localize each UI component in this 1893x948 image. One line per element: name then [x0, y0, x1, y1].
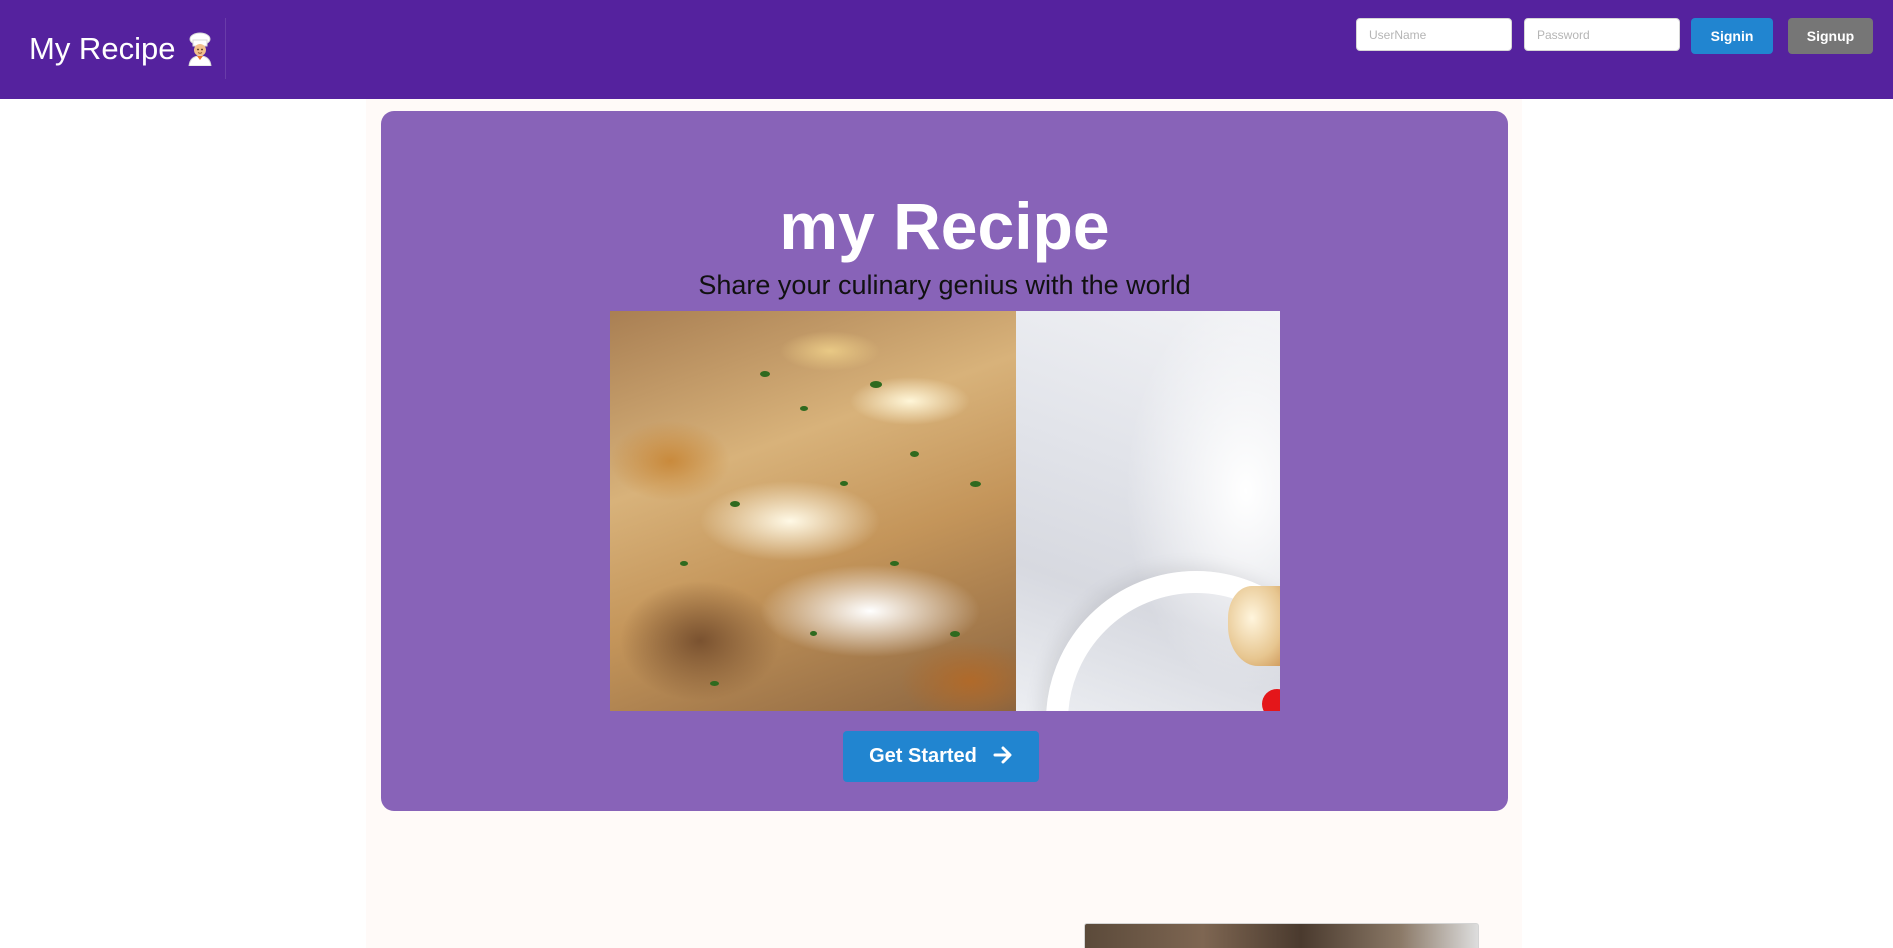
top-navbar: My Recipe Signin Signup: [0, 0, 1893, 99]
arrow-right-icon: [993, 746, 1013, 768]
brand-logo[interactable]: My Recipe: [0, 18, 226, 79]
password-input[interactable]: [1524, 18, 1680, 51]
hero-title: my Recipe: [779, 189, 1110, 263]
signup-button[interactable]: Signup: [1788, 18, 1873, 54]
brand-text: My Recipe: [29, 30, 176, 66]
chef-emoji-icon: [184, 32, 216, 66]
get-started-label: Get Started: [869, 745, 977, 767]
hero-food-image: [610, 311, 1280, 711]
signin-button[interactable]: Signin: [1691, 18, 1773, 54]
hero-subtitle: Share your culinary genius with the worl…: [698, 270, 1191, 300]
grilled-food-photo: [610, 311, 1016, 711]
get-started-button[interactable]: Get Started: [843, 731, 1039, 782]
recipe-card-image[interactable]: [1084, 923, 1479, 948]
username-input[interactable]: [1356, 18, 1512, 51]
plate-photo: [1016, 311, 1280, 711]
hero-banner: my Recipe Share your culinary genius wit…: [381, 111, 1508, 811]
